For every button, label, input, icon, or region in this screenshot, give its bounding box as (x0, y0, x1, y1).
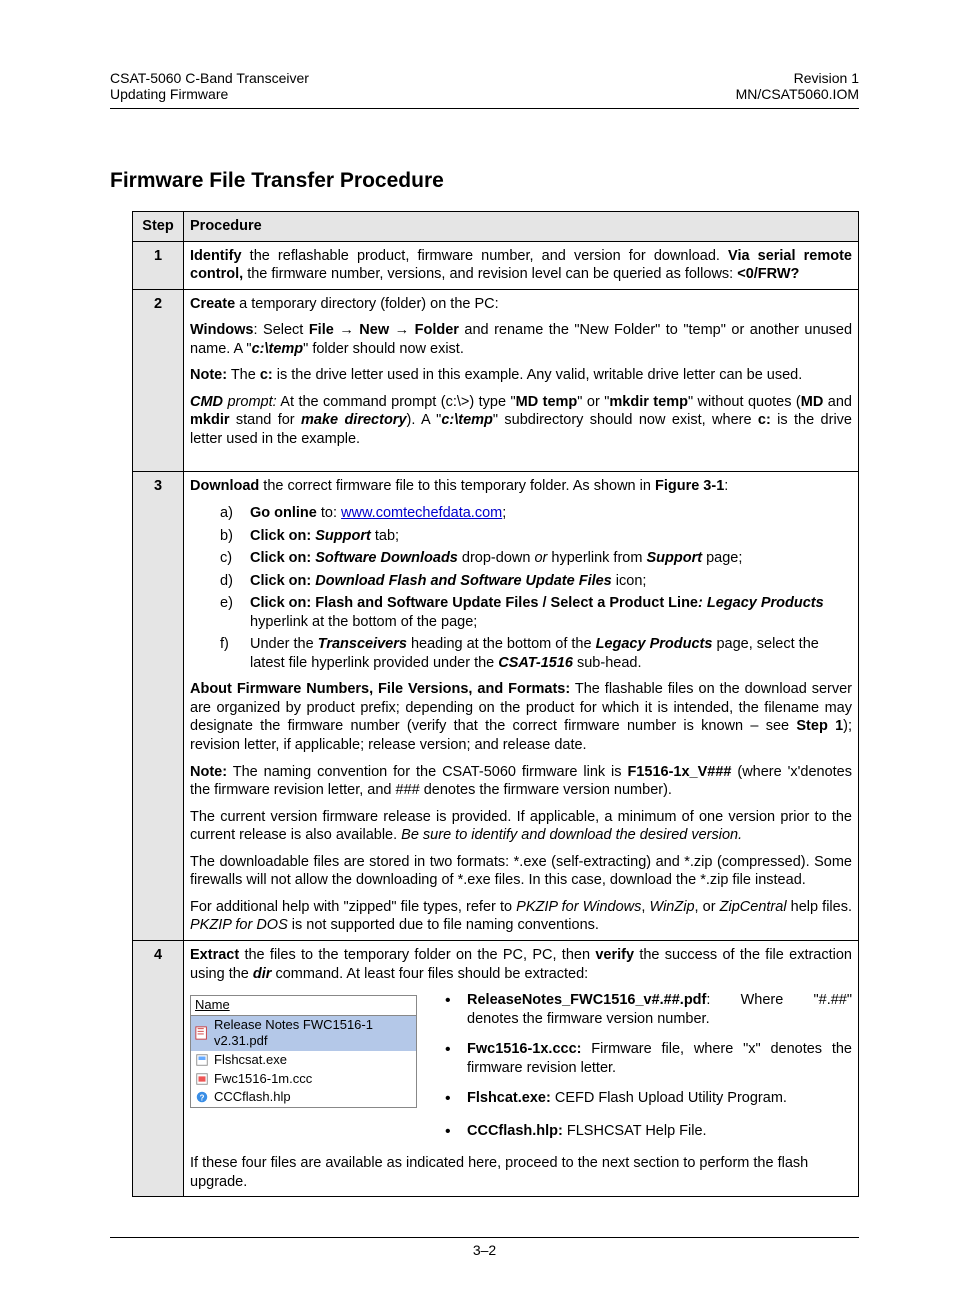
bullet-release-notes: •ReleaseNotes_FWC1516_v#.##.pdf: Where "… (445, 991, 852, 1028)
step-2-p1: Create a temporary directory (folder) on… (190, 295, 852, 314)
table-row: 4 Extract the files to the temporary fol… (133, 940, 859, 1196)
step-number: 1 (133, 241, 184, 289)
procedure-table: Step Procedure 1 Identify the reflashabl… (132, 211, 859, 1197)
file-name: CCCflash.hlp (214, 1089, 291, 1106)
file-name: Fwc1516-1m.ccc (214, 1071, 312, 1088)
header-left-1: CSAT-5060 C-Band Transceiver (110, 70, 309, 86)
step-3-e: e)Click on: Flash and Software Update Fi… (220, 594, 852, 631)
step-3-d: d)Click on: Download Flash and Software … (220, 572, 852, 591)
file-name: Flshcsat.exe (214, 1052, 287, 1069)
file-name: Release Notes FWC1516-1 v2.31.pdf (214, 1017, 412, 1050)
step-3-a: a)Go online to: www.comtechefdata.com; (220, 504, 852, 523)
page-title: Firmware File Transfer Procedure (110, 169, 859, 193)
file-list-box: Name Release Notes FWC1516-1 v2.31.pdf F… (190, 995, 417, 1108)
step-number: 2 (133, 289, 184, 472)
step-number: 4 (133, 940, 184, 1196)
step-3-formats: The downloadable files are stored in two… (190, 853, 852, 890)
ccc-icon (195, 1072, 209, 1086)
header-right-2: MN/CSAT5060.IOM (736, 86, 859, 102)
table-row: 3 Download the correct firmware file to … (133, 472, 859, 940)
col-procedure: Procedure (184, 212, 859, 242)
step-3-b: b)Click on: Support tab; (220, 527, 852, 546)
bullet-flshcat: •Flshcat.exe: CEFD Flash Upload Utility … (445, 1089, 852, 1109)
link-comtech[interactable]: www.comtechefdata.com (341, 505, 502, 521)
bullet-fwc: •Fwc1516-1x.ccc: Firmware file, where "x… (445, 1040, 852, 1077)
step-4-final: If these four files are available as ind… (190, 1154, 852, 1191)
file-row-pdf: Release Notes FWC1516-1 v2.31.pdf (191, 1016, 416, 1051)
step-3-about: About Firmware Numbers, File Versions, a… (190, 680, 852, 754)
header-right-1: Revision 1 (736, 70, 859, 86)
bullet-cccflash: •CCCflash.hlp: FLSHCSAT Help File. (445, 1122, 852, 1142)
help-icon: ? (195, 1090, 209, 1104)
footer-rule (110, 1237, 859, 1238)
step-4-intro: Extract the files to the temporary folde… (190, 946, 852, 983)
table-row: 2 Create a temporary directory (folder) … (133, 289, 859, 472)
step-3-intro: Download the correct firmware file to th… (190, 477, 852, 496)
step-number: 3 (133, 472, 184, 940)
step-3-current: The current version firmware release is … (190, 808, 852, 845)
step-2-p4: CMD prompt: At the command prompt (c:\>)… (190, 393, 852, 449)
exe-icon (195, 1053, 209, 1067)
col-step: Step (133, 212, 184, 242)
page-header: CSAT-5060 C-Band Transceiver Updating Fi… (110, 70, 859, 102)
file-row-ccc: Fwc1516-1m.ccc (191, 1070, 416, 1089)
pdf-icon (195, 1026, 209, 1040)
header-left-2: Updating Firmware (110, 86, 309, 102)
step-1-text: Identify the reflashable product, firmwa… (190, 247, 852, 284)
step-3-note: Note: The naming convention for the CSAT… (190, 763, 852, 800)
step-2-p2: Windows: Select File → New → Folder and … (190, 321, 852, 358)
step-3-help: For additional help with "zipped" file t… (190, 898, 852, 935)
file-list-header: Name (191, 996, 416, 1016)
step-3-c: c)Click on: Software Downloads drop-down… (220, 549, 852, 568)
page-number: 3–2 (110, 1242, 859, 1258)
file-row-hlp: ? CCCflash.hlp (191, 1088, 416, 1107)
table-row: 1 Identify the reflashable product, firm… (133, 241, 859, 289)
step-3-f: f)Under the Transceivers heading at the … (220, 635, 852, 672)
file-row-exe: Flshcsat.exe (191, 1051, 416, 1070)
step-2-p3: Note: The c: is the drive letter used in… (190, 366, 852, 385)
svg-text:?: ? (200, 1094, 205, 1103)
header-rule (110, 108, 859, 109)
